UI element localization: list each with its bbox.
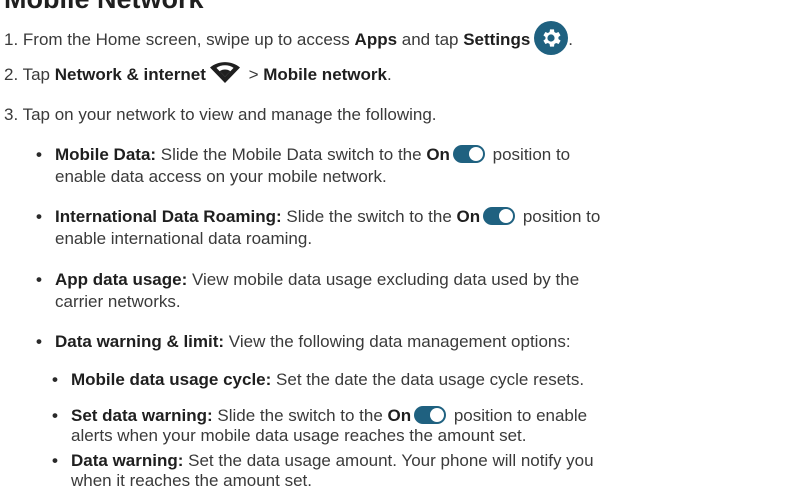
bullet-label: International Data Roaming: (55, 207, 282, 226)
mobile-network-label: Mobile network (263, 65, 387, 84)
step-1-end: . (568, 30, 574, 49)
bullet-label: Set data warning: (71, 406, 213, 425)
bullet-text-end: position to enable (449, 406, 588, 425)
apps-label: Apps (354, 30, 398, 49)
bullet-dot: • (52, 451, 58, 470)
on-label: On (456, 207, 481, 226)
bullet-dot: • (52, 406, 58, 425)
bullet-text: Slide the switch to the (281, 207, 457, 226)
page-title: Mobile Network (4, 0, 204, 13)
bullet-text: Set the data usage amount. Your phone wi… (183, 451, 594, 470)
on-label: On (426, 145, 450, 164)
sub-bullet-cycle: • Mobile data usage cycle: Set the date t… (52, 369, 584, 391)
bullet-label: Mobile data usage cycle: (71, 370, 272, 389)
step-1-text: 1. From the Home screen, swipe up to acc… (4, 30, 355, 49)
bullet-mobile-data-cont: enable data access on your mobile networ… (55, 167, 387, 186)
sub-bullet-set-warning: • Set data warning: Slide the switch to t… (52, 405, 587, 427)
bullet-text: Slide the Mobile Data switch to the (156, 145, 427, 164)
bullet-app-usage-cont: carrier networks. (55, 292, 181, 311)
gear-icon (534, 21, 569, 55)
toggle-switch-on (414, 406, 447, 424)
bullet-dot: • (36, 332, 42, 351)
bullet-text: View the following data management optio… (224, 332, 571, 351)
bullet-text-end: position to (518, 207, 601, 226)
bullet-text: Set the date the data usage cycle resets… (271, 370, 585, 389)
bullet-dot: • (36, 207, 42, 226)
on-label: On (387, 406, 412, 425)
toggle-switch-on (452, 145, 485, 163)
bullet-app-usage: • App data usage: View mobile data usage … (36, 269, 579, 291)
bullet-dot: • (36, 270, 42, 289)
toggle-switch-on (483, 207, 516, 225)
sub-bullet-set-warning-cont: alerts when your mobile data usage reach… (71, 426, 527, 445)
sub-bullet-warning-cont: when it reaches the amount set. (71, 471, 312, 490)
step-2-text: 2. Tap (4, 65, 55, 84)
bullet-text: Slide the switch to the (212, 406, 388, 425)
step-3: 3. Tap on your network to view and manag… (4, 105, 437, 124)
bullet-roaming-cont: enable international data roaming. (55, 229, 313, 248)
bullet-label: Mobile Data: (55, 145, 157, 164)
step-2-end: . (386, 65, 392, 84)
bullet-roaming: • International Data Roaming: Slide the s… (36, 206, 600, 228)
sub-bullet-warning: • Data warning: Set the data usage amount… (52, 450, 594, 472)
step-2: 2. Tap Network & internet > Mobile netwo… (4, 62, 392, 90)
bullet-label: Data warning: (71, 451, 184, 470)
step-2-mid: > (243, 65, 264, 84)
bullet-text: View mobile data usage excluding data us… (187, 270, 580, 289)
bullet-mobile-data: • Mobile Data: Slide the Mobile Data swit… (36, 144, 570, 166)
bullet-dot: • (36, 145, 42, 164)
step-1: 1. From the Home screen, swipe up to acc… (4, 21, 573, 55)
bullet-dot: • (52, 370, 58, 389)
wifi-icon (209, 62, 240, 90)
bullet-text-end: position to (487, 145, 571, 164)
bullet-warning-limit: • Data warning & limit: View the followin… (36, 331, 571, 353)
network-internet-label: Network & internet (54, 65, 206, 84)
bullet-label: Data warning & limit: (55, 332, 225, 351)
bullet-label: App data usage: (55, 270, 188, 289)
settings-label: Settings (463, 30, 531, 49)
step-1-mid: and tap (397, 30, 464, 49)
